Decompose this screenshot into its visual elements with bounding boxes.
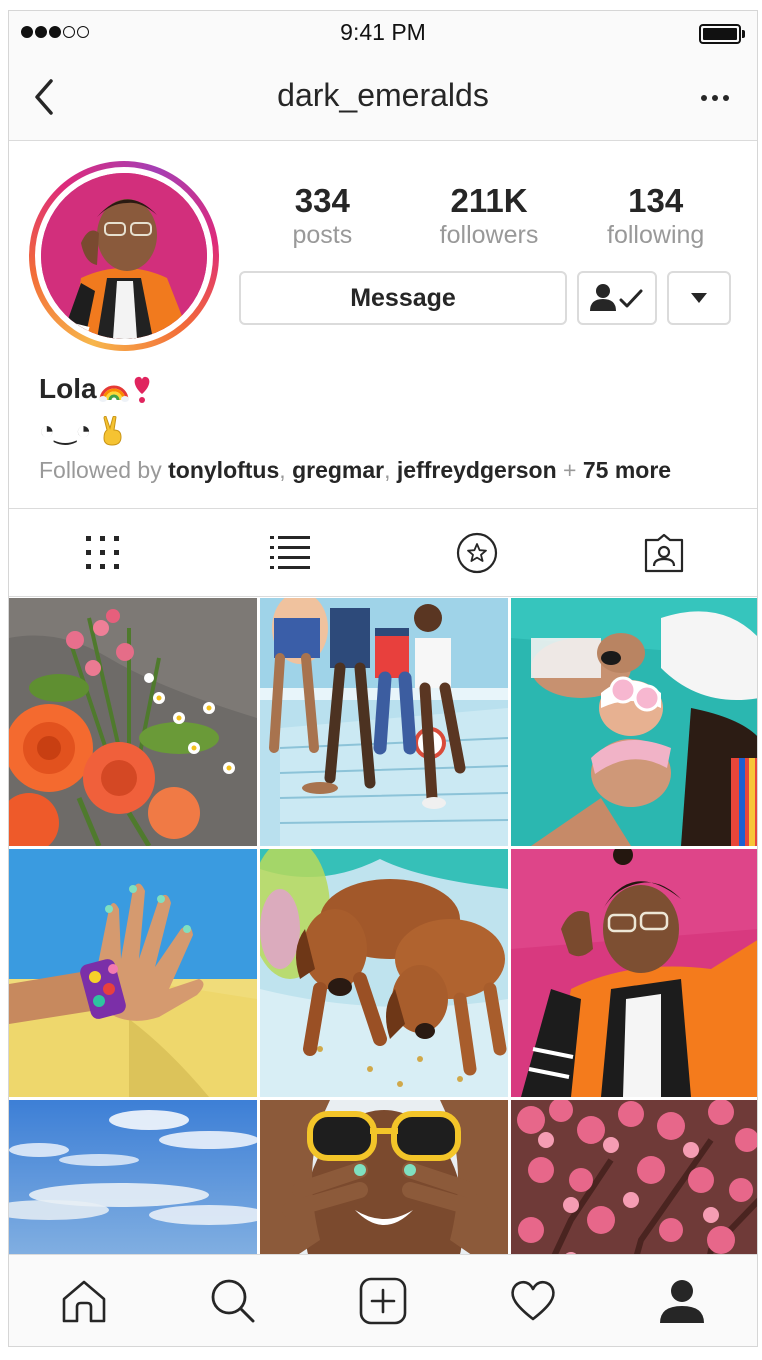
stat-value: 334 [294, 182, 350, 219]
followed-by[interactable]: Followed by tonyloftus, gregmar, jeffrey… [39, 457, 671, 484]
stat-value: 211K [450, 182, 528, 219]
profile-stats: 334 posts 211K followers 134 following [239, 183, 739, 251]
followed-by-prefix: Followed by [39, 457, 169, 483]
stat-value: 134 [628, 182, 684, 219]
bottom-tab-bar [9, 1254, 757, 1346]
stat-followers[interactable]: 211K followers [406, 183, 573, 251]
heart-exclamation-icon [134, 376, 149, 403]
more-followers-link[interactable]: 75 more [583, 457, 671, 483]
story-ring[interactable] [29, 161, 219, 351]
status-time: 9:41 PM [340, 19, 426, 45]
grid-photo-portrait[interactable] [511, 849, 757, 1097]
nav-profile[interactable] [607, 1255, 757, 1346]
tab-grid[interactable] [9, 509, 196, 596]
follower-link[interactable]: tonyloftus [168, 457, 279, 483]
follower-link[interactable]: gregmar [292, 457, 384, 483]
battery-icon [699, 24, 745, 44]
caret-down-icon [691, 293, 707, 303]
new-post-icon [359, 1277, 407, 1324]
grid-photo-puppies[interactable] [260, 849, 508, 1097]
profile-icon [660, 1279, 705, 1323]
list-icon [269, 535, 310, 569]
tagged-icon [644, 533, 683, 572]
saved-star-icon [456, 532, 497, 573]
nav-bar: dark_emeralds [9, 55, 757, 141]
grid-photo-flowers[interactable] [9, 598, 257, 846]
more-horizontal-icon [701, 95, 707, 101]
stat-label: followers [439, 221, 539, 249]
tab-list[interactable] [196, 509, 383, 596]
profile-bio: ◔‿◔ [39, 415, 125, 446]
stat-following[interactable]: 134 following [572, 183, 739, 251]
profile-tab-bar [9, 508, 757, 597]
grid-photo-friends-lying[interactable] [511, 598, 757, 846]
grid-photo-hand-bracelet[interactable] [9, 849, 257, 1097]
stat-posts[interactable]: 334 posts [239, 183, 406, 251]
nav-new-post[interactable] [308, 1255, 458, 1346]
more-options-button[interactable] [695, 83, 735, 113]
photo-grid [9, 598, 757, 1346]
stat-label: following [607, 221, 705, 249]
bio-text: ◔‿◔ [39, 415, 92, 445]
activity-heart-icon [510, 1280, 555, 1320]
following-button[interactable] [577, 271, 657, 325]
nav-home[interactable] [9, 1255, 159, 1346]
victory-hand-icon [103, 415, 122, 446]
profile-name: Lola [39, 373, 153, 405]
phone-screen: 9:41 PM dark_emeralds 334 posts 211K fol… [8, 10, 758, 1347]
rainbow-icon [98, 385, 129, 402]
avatar [41, 173, 207, 339]
stat-label: posts [292, 221, 353, 249]
search-icon [211, 1279, 255, 1322]
separator: , [279, 457, 293, 483]
status-bar: 9:41 PM [9, 11, 757, 55]
nav-activity[interactable] [458, 1255, 608, 1346]
page-title: dark_emeralds [277, 77, 489, 113]
home-icon [62, 1280, 106, 1322]
nav-search[interactable] [159, 1255, 309, 1346]
profile-actions: Message [239, 271, 731, 325]
tab-saved[interactable] [383, 509, 570, 596]
follower-link[interactable]: jeffreydgerson [397, 457, 557, 483]
grid-photo-lifeguard-tower[interactable] [260, 598, 508, 846]
message-button[interactable]: Message [239, 271, 567, 325]
profile-name-text: Lola [39, 373, 97, 404]
person-check-icon [590, 284, 643, 311]
plus-sign: + [556, 457, 583, 483]
separator: , [384, 457, 397, 483]
grid-icon [85, 535, 119, 569]
tab-tagged[interactable] [570, 509, 757, 596]
suggestions-dropdown-button[interactable] [667, 271, 731, 325]
